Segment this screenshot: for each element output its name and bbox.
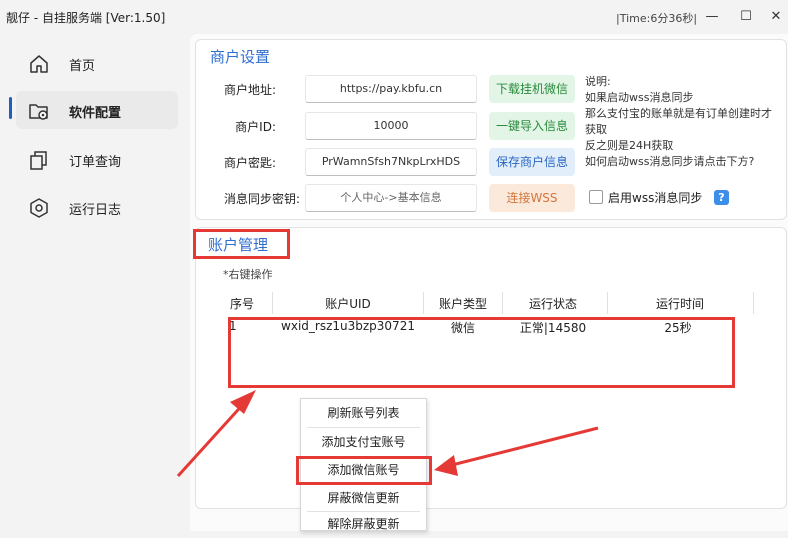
arrow-to-table	[176, 390, 256, 478]
annotation-arrows	[176, 390, 599, 478]
arrow-to-add-wechat	[434, 426, 599, 476]
